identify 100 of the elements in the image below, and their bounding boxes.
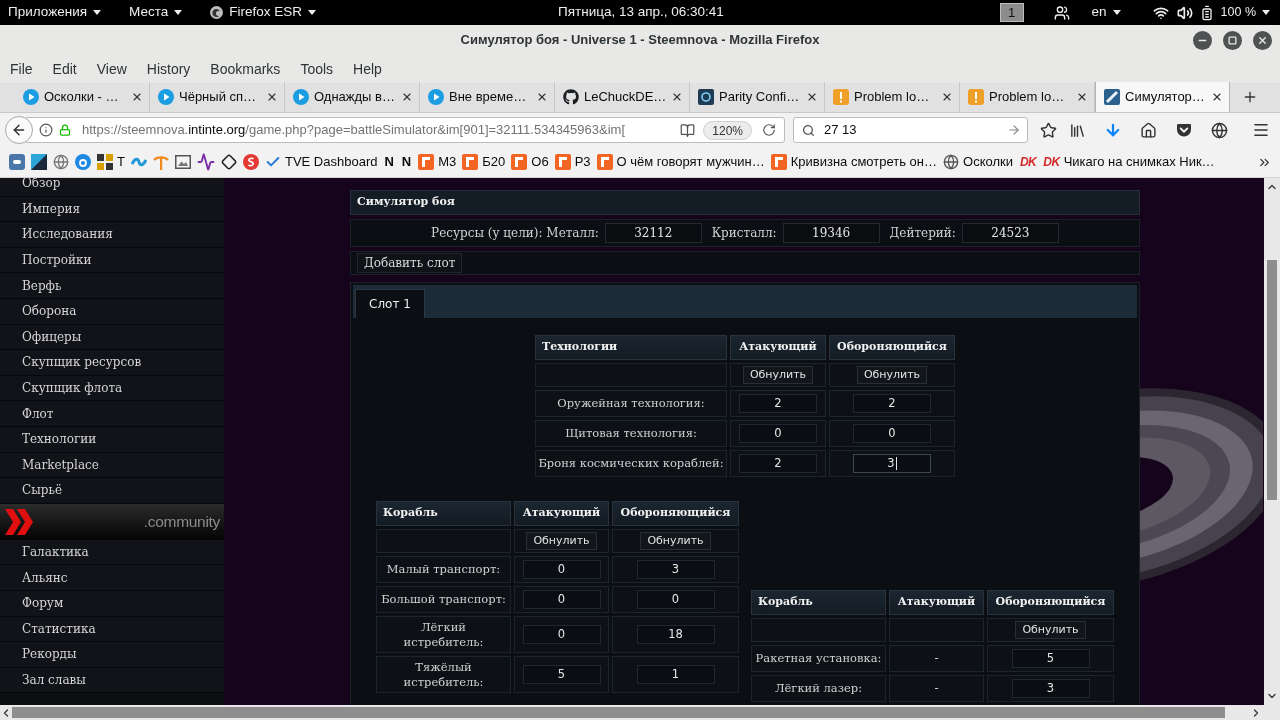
download-icon[interactable] — [1104, 121, 1122, 139]
menu-item[interactable]: Help — [343, 57, 392, 81]
arrow-right-icon[interactable] — [1007, 123, 1021, 137]
menu-item[interactable]: Bookmarks — [200, 57, 291, 81]
split-tile-icon[interactable] — [31, 154, 47, 170]
resource-field[interactable]: 19346 — [782, 223, 880, 243]
number-field[interactable]: 1 — [636, 665, 715, 684]
close-icon[interactable] — [266, 91, 278, 103]
community-banner[interactable]: .community — [0, 503, 224, 540]
tile-icon[interactable] — [9, 154, 25, 170]
number-field[interactable]: 3 — [636, 560, 715, 579]
close-button[interactable] — [1253, 30, 1272, 50]
menu-item[interactable]: History — [136, 57, 201, 81]
number-field[interactable]: 0 — [636, 590, 715, 609]
number-field[interactable]: 2 — [739, 454, 817, 473]
sidebar-item[interactable]: Галактика — [0, 539, 224, 566]
browser-tab[interactable]: Parity Confi… — [690, 82, 825, 112]
browser-tab[interactable]: Осколки - … — [15, 82, 150, 112]
reset-button[interactable]: Обнулить — [640, 532, 711, 550]
reset-button[interactable]: Обнулить — [1015, 621, 1086, 639]
bookmark-link[interactable]: М3 — [415, 151, 460, 173]
bookmark-link[interactable]: DK Чикаго на снимках Ник… — [1040, 151, 1218, 173]
bookmark-link[interactable]: О чём говорят мужчин… — [593, 151, 768, 173]
bookmark-link[interactable]: Кривизна смотреть он… — [767, 151, 940, 173]
number-field[interactable]: 2 — [739, 394, 817, 413]
bookmark-link[interactable]: N — [397, 151, 416, 173]
sidebar-item[interactable]: Альянс — [0, 565, 224, 591]
star-icon[interactable] — [1040, 121, 1057, 139]
bookmark-link[interactable]: Р3 — [551, 151, 594, 173]
disc-icon[interactable] — [75, 154, 91, 170]
disc-icon[interactable] — [242, 154, 259, 170]
info-icon[interactable] — [39, 123, 53, 137]
number-field[interactable]: 5 — [1011, 649, 1090, 668]
sidebar-item[interactable]: Зал славы — [0, 667, 224, 694]
resource-field[interactable]: 32112 — [604, 223, 702, 243]
bookmark-link[interactable]: Б20 — [459, 151, 509, 173]
sidebar-item[interactable]: Сырьё — [0, 478, 224, 504]
reader-view-icon[interactable] — [680, 122, 696, 138]
bookmark-link[interactable]: N — [380, 151, 398, 173]
reset-button[interactable]: Обнулить — [742, 366, 814, 384]
search-field[interactable]: 27 13 — [793, 117, 1028, 143]
battery-menu[interactable]: 100 % — [1220, 3, 1270, 22]
menu-item[interactable]: File — [0, 57, 43, 81]
menu-item[interactable]: Tools — [290, 57, 344, 81]
lock-icon[interactable] — [59, 124, 71, 136]
sidebar-item[interactable]: Скупщик флота — [0, 375, 224, 402]
browser-tab[interactable]: Симулятор… — [1095, 82, 1230, 112]
sidebar-item[interactable]: Офицеры — [0, 324, 224, 351]
picture-icon[interactable] — [174, 155, 191, 169]
zoom-level-button[interactable]: 120% — [703, 120, 752, 140]
close-icon[interactable] — [536, 91, 548, 103]
home-icon[interactable] — [1140, 121, 1157, 139]
sidebar-item[interactable]: Скупщик ресурсов — [0, 350, 224, 376]
browser-tab[interactable]: Однажды в… — [285, 82, 420, 112]
bookmark-link[interactable]: TVE Dashboard — [261, 151, 381, 173]
keyboard-layout-menu[interactable]: en — [1091, 2, 1121, 23]
browser-tab[interactable]: Вне време… — [420, 82, 555, 112]
sidebar-item[interactable]: Флот — [0, 401, 224, 427]
scrollbar-thumb[interactable] — [12, 707, 1225, 718]
bookmark-link[interactable]: T — [94, 151, 128, 173]
sidebar-item[interactable]: Верфь — [0, 273, 224, 299]
close-icon[interactable] — [131, 91, 143, 103]
diamond-icon[interactable] — [220, 154, 237, 170]
browser-tab[interactable]: Чёрный сп… — [150, 82, 285, 112]
people-icon[interactable] — [1053, 4, 1070, 21]
number-field[interactable]: 3 — [1011, 679, 1090, 698]
close-icon[interactable] — [401, 91, 413, 103]
close-icon[interactable] — [1211, 91, 1223, 103]
minimize-button[interactable] — [1193, 30, 1212, 50]
volume-icon[interactable] — [1176, 4, 1193, 21]
top-bar-menu[interactable]: Приложения — [8, 2, 101, 23]
menu-icon[interactable] — [1252, 121, 1270, 139]
reload-icon[interactable] — [762, 123, 776, 137]
number-field[interactable]: 0 — [522, 560, 601, 579]
slot-tab[interactable]: Слот 1 — [355, 289, 425, 318]
browser-tab[interactable]: Problem lo… — [825, 82, 960, 112]
sidebar-item[interactable]: Обзор — [0, 178, 224, 197]
bookmark-link[interactable]: Осколки — [940, 151, 1016, 173]
number-field[interactable]: 0 — [739, 424, 817, 443]
workspace-indicator[interactable]: 1 — [999, 3, 1024, 22]
sidebar-item[interactable]: Исследования — [0, 222, 224, 248]
library-icon[interactable] — [1069, 121, 1086, 139]
number-field[interactable]: 18 — [636, 625, 715, 644]
number-field[interactable]: 3 — [853, 454, 931, 473]
shield-icon[interactable] — [1176, 122, 1192, 138]
scrollbar-thumb[interactable] — [1267, 260, 1277, 500]
number-field[interactable]: 0 — [522, 625, 601, 644]
reset-button[interactable]: Обнулить — [526, 532, 597, 550]
sidebar-item[interactable]: Постройки — [0, 247, 224, 274]
address-bar[interactable]: https://steemnova.intinte.org/game.php?page=battleSimulator&im[901]=32111.534345963&im[ 120% — [26, 117, 785, 143]
bookmark-link[interactable]: О6 — [508, 151, 552, 173]
browser-tab[interactable]: LeChuckDE… — [555, 82, 690, 112]
sidebar-item[interactable]: Оборона — [0, 298, 224, 325]
number-field[interactable]: 0 — [853, 424, 931, 443]
add-slot-button[interactable]: Добавить слот — [357, 253, 463, 273]
number-field[interactable]: 5 — [522, 665, 601, 684]
number-field[interactable]: 0 — [522, 590, 601, 609]
maximize-button[interactable] — [1223, 30, 1242, 50]
number-field[interactable]: 2 — [853, 394, 931, 413]
sidebar-item[interactable]: Marketplace — [0, 452, 224, 479]
